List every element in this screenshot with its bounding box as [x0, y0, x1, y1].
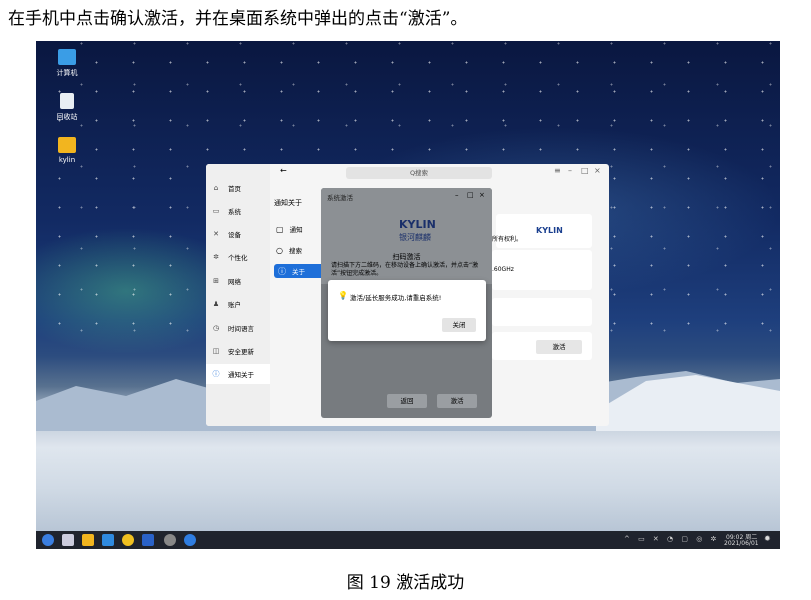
sidebar-item-label: 账户	[228, 301, 241, 309]
dialog-title: 系统激活	[327, 194, 353, 202]
info-icon: ⓘ	[212, 370, 220, 378]
back-arrow-icon[interactable]: ←	[280, 166, 287, 175]
kylin-logo: KYLIN	[399, 218, 436, 231]
kylin-logo-cn: 银河麒麟	[399, 233, 431, 242]
info-card: .60GHz	[492, 250, 592, 290]
settings-titlebar: ← Q搜索 ≡ – □ ×	[270, 164, 609, 182]
kylin-logo: KYLIN	[536, 226, 563, 235]
desktop-icon-computer[interactable]: 计算机	[44, 49, 90, 78]
sidebar-item-label: 网络	[228, 278, 241, 286]
clock-date[interactable]: 2021/06/01	[724, 540, 759, 547]
settings-app-icon[interactable]	[164, 534, 176, 546]
subnav-search[interactable]: ○ 搜索	[276, 245, 302, 256]
subnav-notify[interactable]: ▢ 通知	[276, 224, 303, 235]
message-icon: ▢	[276, 224, 284, 234]
activate-button[interactable]: 激活	[536, 340, 582, 354]
sidebar-item-notify-about[interactable]: ⓘ 通知关于	[206, 364, 270, 384]
personalize-icon: ✲	[213, 253, 219, 261]
subnav-label: 关于	[292, 268, 305, 276]
browser-icon[interactable]	[122, 534, 134, 546]
brightness-icon[interactable]: ✹	[764, 534, 771, 543]
sidebar-item-label: 首页	[228, 185, 241, 193]
account-icon: ♟	[212, 300, 220, 308]
file-manager-icon[interactable]	[82, 534, 94, 546]
sidebar-item-label: 通知关于	[228, 371, 254, 379]
desktop-screenshot: 计算机 回收站 kylin ⌂ 首页 ▭ 系统 ✕ 设备 ✲ 个性化 ⊞ 网络 ♟ 账户 ◷…	[36, 41, 780, 549]
network-icon: ⊞	[213, 277, 219, 285]
security-icon: ◫	[212, 347, 220, 355]
desktop-icon-label: 计算机	[56, 69, 78, 77]
devices-icon: ✕	[213, 230, 219, 238]
lightbulb-icon: 💡	[338, 291, 348, 300]
sidebar-item-account[interactable]: ♟ 账户	[206, 294, 270, 314]
sidebar-item-label: 安全更新	[228, 348, 254, 356]
figure-caption: 图 19 激活成功	[346, 573, 465, 593]
sidebar-item-personalize[interactable]: ✲ 个性化	[206, 247, 270, 267]
sidebar-item-home[interactable]: ⌂ 首页	[206, 178, 270, 198]
minimize-icon[interactable]: –	[455, 191, 459, 199]
search-input[interactable]: Q搜索	[346, 167, 492, 179]
folder-icon	[58, 137, 76, 153]
maximize-icon[interactable]: □	[467, 191, 474, 199]
info-icon: ⓘ	[278, 266, 286, 276]
desktop-icon-label: kylin	[58, 156, 76, 164]
subnav-label: 通知	[289, 226, 303, 234]
instruction-text: 在手机中点击确认激活，并在桌面系统中弹出的点击“激活”。	[8, 9, 468, 29]
app-store-icon[interactable]	[102, 534, 114, 546]
activation-card: 激活	[492, 332, 592, 360]
success-message-box: 💡 激活/延长服务成功,请重启系统! 关闭	[328, 280, 486, 341]
search-icon: ○	[276, 245, 283, 255]
sidebar-item-label: 个性化	[228, 254, 248, 262]
activate-button[interactable]: 激活	[437, 394, 477, 408]
desktop-icon-kylin-folder[interactable]: kylin	[44, 137, 90, 164]
sidebar-item-label: 时间语言	[228, 325, 254, 333]
home-icon: ⌂	[213, 184, 219, 192]
sidebar-item-security-update[interactable]: ◫ 安全更新	[206, 341, 270, 361]
close-button[interactable]: 关闭	[442, 318, 476, 332]
success-message: 激活/延长服务成功,请重启系统!	[350, 294, 442, 302]
subnav-label: 搜索	[288, 247, 302, 255]
desktop-icon-recycle-bin[interactable]: 回收站	[44, 93, 90, 122]
sidebar-item-time-language[interactable]: ◷ 时间语言	[206, 318, 270, 338]
settings-sidebar: ⌂ 首页 ▭ 系统 ✕ 设备 ✲ 个性化 ⊞ 网络 ♟ 账户 ◷ 时间语言 ◫ 安全更新 ⓘ 通知…	[206, 164, 270, 426]
sidebar-item-label: 设备	[228, 231, 241, 239]
desktop-icon-label: 回收站	[56, 113, 78, 121]
system-icon: ▭	[212, 207, 220, 215]
cpu-text: .60GHz	[492, 266, 514, 273]
minimize-icon[interactable]: –	[568, 166, 572, 175]
activation-app-icon[interactable]	[184, 534, 196, 546]
sidebar-item-system[interactable]: ▭ 系统	[206, 201, 270, 221]
back-button[interactable]: 返回	[387, 394, 427, 408]
computer-icon	[58, 49, 76, 65]
dialog-body: 请扫描下方二维码，在移动设备上确认激活，并点击“激活”按钮完成激活。	[331, 262, 479, 277]
sidebar-item-devices[interactable]: ✕ 设备	[206, 224, 270, 244]
maximize-icon[interactable]: □	[581, 166, 589, 175]
wps-icon[interactable]	[142, 534, 154, 546]
info-card	[492, 298, 592, 326]
recycle-bin-icon	[60, 93, 74, 109]
close-icon[interactable]: ×	[594, 166, 601, 175]
sidebar-item-label: 系统	[228, 208, 241, 216]
taskbar: ^ ▭ ✕ ◔ ▢ ◎ ✲ 09:02 周二 2021/06/01 ✹	[36, 531, 780, 549]
tray-icons[interactable]: ^ ▭ ✕ ◔ ▢ ◎ ✲	[624, 535, 719, 543]
menu-icon[interactable]: ≡	[554, 166, 561, 175]
multitask-icon[interactable]	[62, 534, 74, 546]
close-icon[interactable]: ×	[479, 191, 485, 199]
sidebar-item-network[interactable]: ⊞ 网络	[206, 271, 270, 291]
dialog-heading: 扫码激活	[392, 253, 421, 261]
rights-text: 所有权利。	[492, 236, 523, 243]
page-title: 通知关于	[274, 199, 302, 207]
clock-icon: ◷	[212, 324, 220, 332]
start-menu-icon[interactable]	[42, 534, 54, 546]
